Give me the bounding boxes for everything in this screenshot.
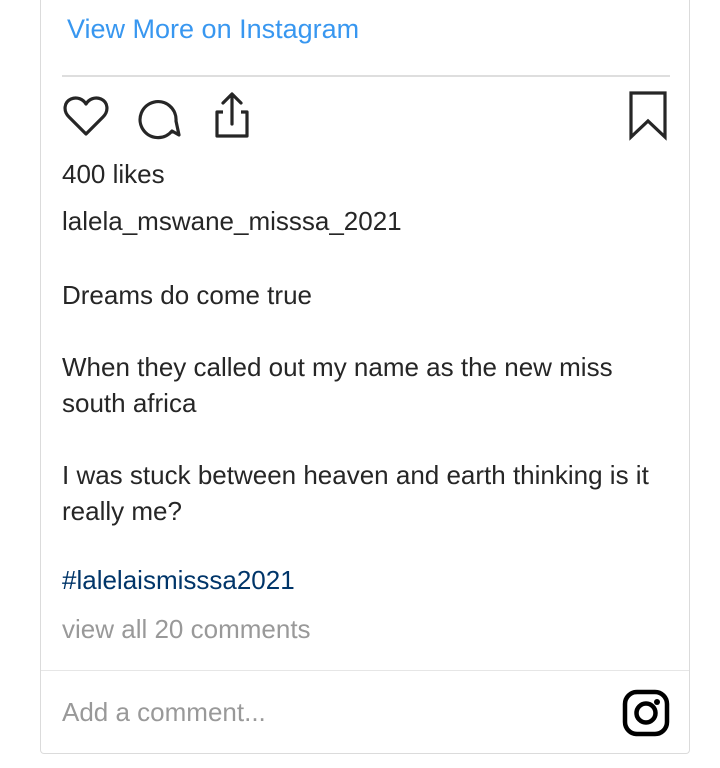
caption-line: I was stuck between heaven and earth thi… xyxy=(62,460,649,526)
comment-divider xyxy=(41,670,689,671)
hashtag-link[interactable]: #lalelaismisssa2021 xyxy=(62,565,295,596)
caption-line: Dreams do come true xyxy=(62,280,312,310)
header-divider xyxy=(62,75,670,77)
instagram-embed-card: View More on Instagram 400 likes lalela_… xyxy=(40,0,690,754)
add-comment-input[interactable] xyxy=(62,692,582,732)
comment-bubble-icon[interactable] xyxy=(133,91,183,141)
caption-line: When they called out my name as the new … xyxy=(62,352,613,418)
post-action-bar xyxy=(61,91,671,141)
share-upload-icon[interactable] xyxy=(207,91,257,141)
instagram-logo-icon[interactable] xyxy=(622,689,670,737)
bookmark-icon[interactable] xyxy=(623,91,673,141)
likes-count: 400 likes xyxy=(62,159,165,189)
heart-icon[interactable] xyxy=(61,91,111,141)
post-caption: Dreams do come true When they called out… xyxy=(62,277,662,529)
view-more-on-instagram-link[interactable]: View More on Instagram xyxy=(67,14,359,45)
post-username: lalela_mswane_misssa_2021 xyxy=(62,206,402,236)
view-all-comments-link[interactable]: view all 20 comments xyxy=(62,614,311,645)
